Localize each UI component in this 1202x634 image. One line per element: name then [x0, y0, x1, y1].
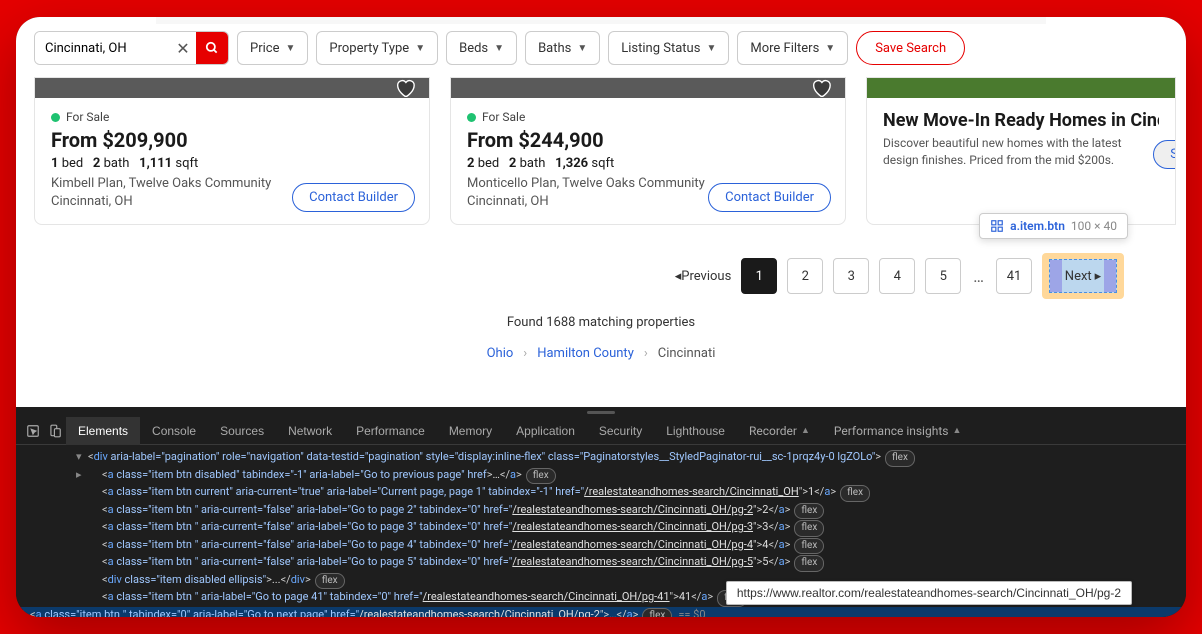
listing-image — [35, 78, 429, 98]
breadcrumb: Ohio› Hamilton County› Cincinnati — [16, 334, 1186, 381]
results-count: Found 1688 matching properties — [16, 299, 1186, 334]
pagination-next[interactable]: Next ▸ — [1049, 259, 1117, 293]
devtools-tab-lighthouse[interactable]: Lighthouse — [654, 417, 737, 445]
breadcrumb-link[interactable]: Hamilton County — [537, 346, 634, 361]
devtools-tab-application[interactable]: Application — [504, 417, 587, 445]
pagination-page-4[interactable]: 4 — [879, 258, 915, 294]
pagination-previous[interactable]: ◂ Previous — [675, 258, 732, 294]
clear-icon[interactable]: ✕ — [170, 32, 196, 64]
devtools-tabs: Elements Console Sources Network Perform… — [16, 417, 1186, 445]
contact-builder-button[interactable]: Contact Builder — [708, 183, 831, 212]
listing-card[interactable]: For Sale From $209,900 1 bed 2 bath 1,11… — [34, 77, 430, 225]
filter-beds[interactable]: Beds▼ — [446, 31, 517, 65]
location-input[interactable] — [35, 32, 170, 64]
inspector-highlight: Next ▸ — [1042, 253, 1124, 299]
listing-specs: 1 bed 2 bath 1,111 sqft — [51, 156, 413, 171]
device-frame: ✕ Price▼ Property Type▼ Beds▼ Baths▼ Lis… — [16, 17, 1186, 617]
promo-desc: Discover beautiful new homes with the la… — [883, 135, 1159, 169]
device-toggle-icon[interactable] — [44, 420, 66, 442]
devtools-tab-memory[interactable]: Memory — [437, 417, 504, 445]
listings-row: For Sale From $209,900 1 bed 2 bath 1,11… — [16, 77, 1186, 225]
listing-specs: 2 bed 2 bath 1,326 sqft — [467, 156, 829, 171]
promo-image — [867, 78, 1175, 98]
webpage: ✕ Price▼ Property Type▼ Beds▼ Baths▼ Lis… — [16, 17, 1186, 407]
inspector-tooltip: a.item.btn 100 × 40 — [979, 213, 1128, 239]
listing-image — [451, 78, 845, 98]
filter-listing-status[interactable]: Listing Status▼ — [608, 31, 729, 65]
breadcrumb-current: Cincinnati — [658, 346, 716, 361]
devtools-tab-security[interactable]: Security — [587, 417, 654, 445]
filter-more[interactable]: More Filters▼ — [737, 31, 848, 65]
promo-card[interactable]: New Move-In Ready Homes in Cincinna Disc… — [866, 77, 1176, 225]
listing-price: From $209,900 — [51, 128, 413, 152]
pagination: ◂ Previous 1 2 3 4 5 … 41 a.item.btn 100… — [16, 225, 1186, 299]
devtools-tab-network[interactable]: Network — [276, 417, 344, 445]
devtools-tab-sources[interactable]: Sources — [208, 417, 276, 445]
link-hover-tooltip: https://www.realtor.com/realestateandhom… — [726, 581, 1132, 605]
inspect-element-icon[interactable] — [22, 420, 44, 442]
search-bar: ✕ Price▼ Property Type▼ Beds▼ Baths▼ Lis… — [16, 17, 1186, 77]
devtools-drag-handle[interactable] — [16, 407, 1186, 417]
search-input-wrap: ✕ — [34, 31, 229, 65]
devtools-tab-console[interactable]: Console — [140, 417, 208, 445]
save-search-button[interactable]: Save Search — [856, 31, 965, 65]
devtools-tab-perf-insights[interactable]: Performance insights ▲ — [822, 417, 973, 445]
devtools-tab-recorder[interactable]: Recorder ▲ — [737, 417, 822, 445]
devtools-panel: Elements Console Sources Network Perform… — [16, 407, 1186, 617]
pagination-ellipsis: … — [971, 267, 986, 286]
pagination-page-1[interactable]: 1 — [741, 258, 777, 294]
pagination-page-last[interactable]: 41 — [996, 258, 1032, 294]
promo-cta[interactable]: S — [1153, 140, 1176, 169]
devtools-tab-performance[interactable]: Performance — [344, 417, 437, 445]
pagination-page-5[interactable]: 5 — [925, 258, 961, 294]
filter-property-type[interactable]: Property Type▼ — [316, 31, 438, 65]
filter-baths[interactable]: Baths▼ — [525, 31, 600, 65]
listing-status: For Sale — [467, 110, 829, 124]
listing-card[interactable]: For Sale From $244,900 2 bed 2 bath 1,32… — [450, 77, 846, 225]
breadcrumb-link[interactable]: Ohio — [487, 346, 514, 361]
promo-title: New Move-In Ready Homes in Cincinna — [883, 110, 1159, 131]
listing-price: From $244,900 — [467, 128, 829, 152]
pagination-page-2[interactable]: 2 — [787, 258, 823, 294]
filter-price[interactable]: Price▼ — [237, 31, 308, 65]
devtools-tab-elements[interactable]: Elements — [66, 417, 140, 445]
contact-builder-button[interactable]: Contact Builder — [292, 183, 415, 212]
search-button[interactable] — [196, 32, 228, 64]
listing-status: For Sale — [51, 110, 413, 124]
bg — [156, 17, 1046, 24]
pagination-page-3[interactable]: 3 — [833, 258, 869, 294]
